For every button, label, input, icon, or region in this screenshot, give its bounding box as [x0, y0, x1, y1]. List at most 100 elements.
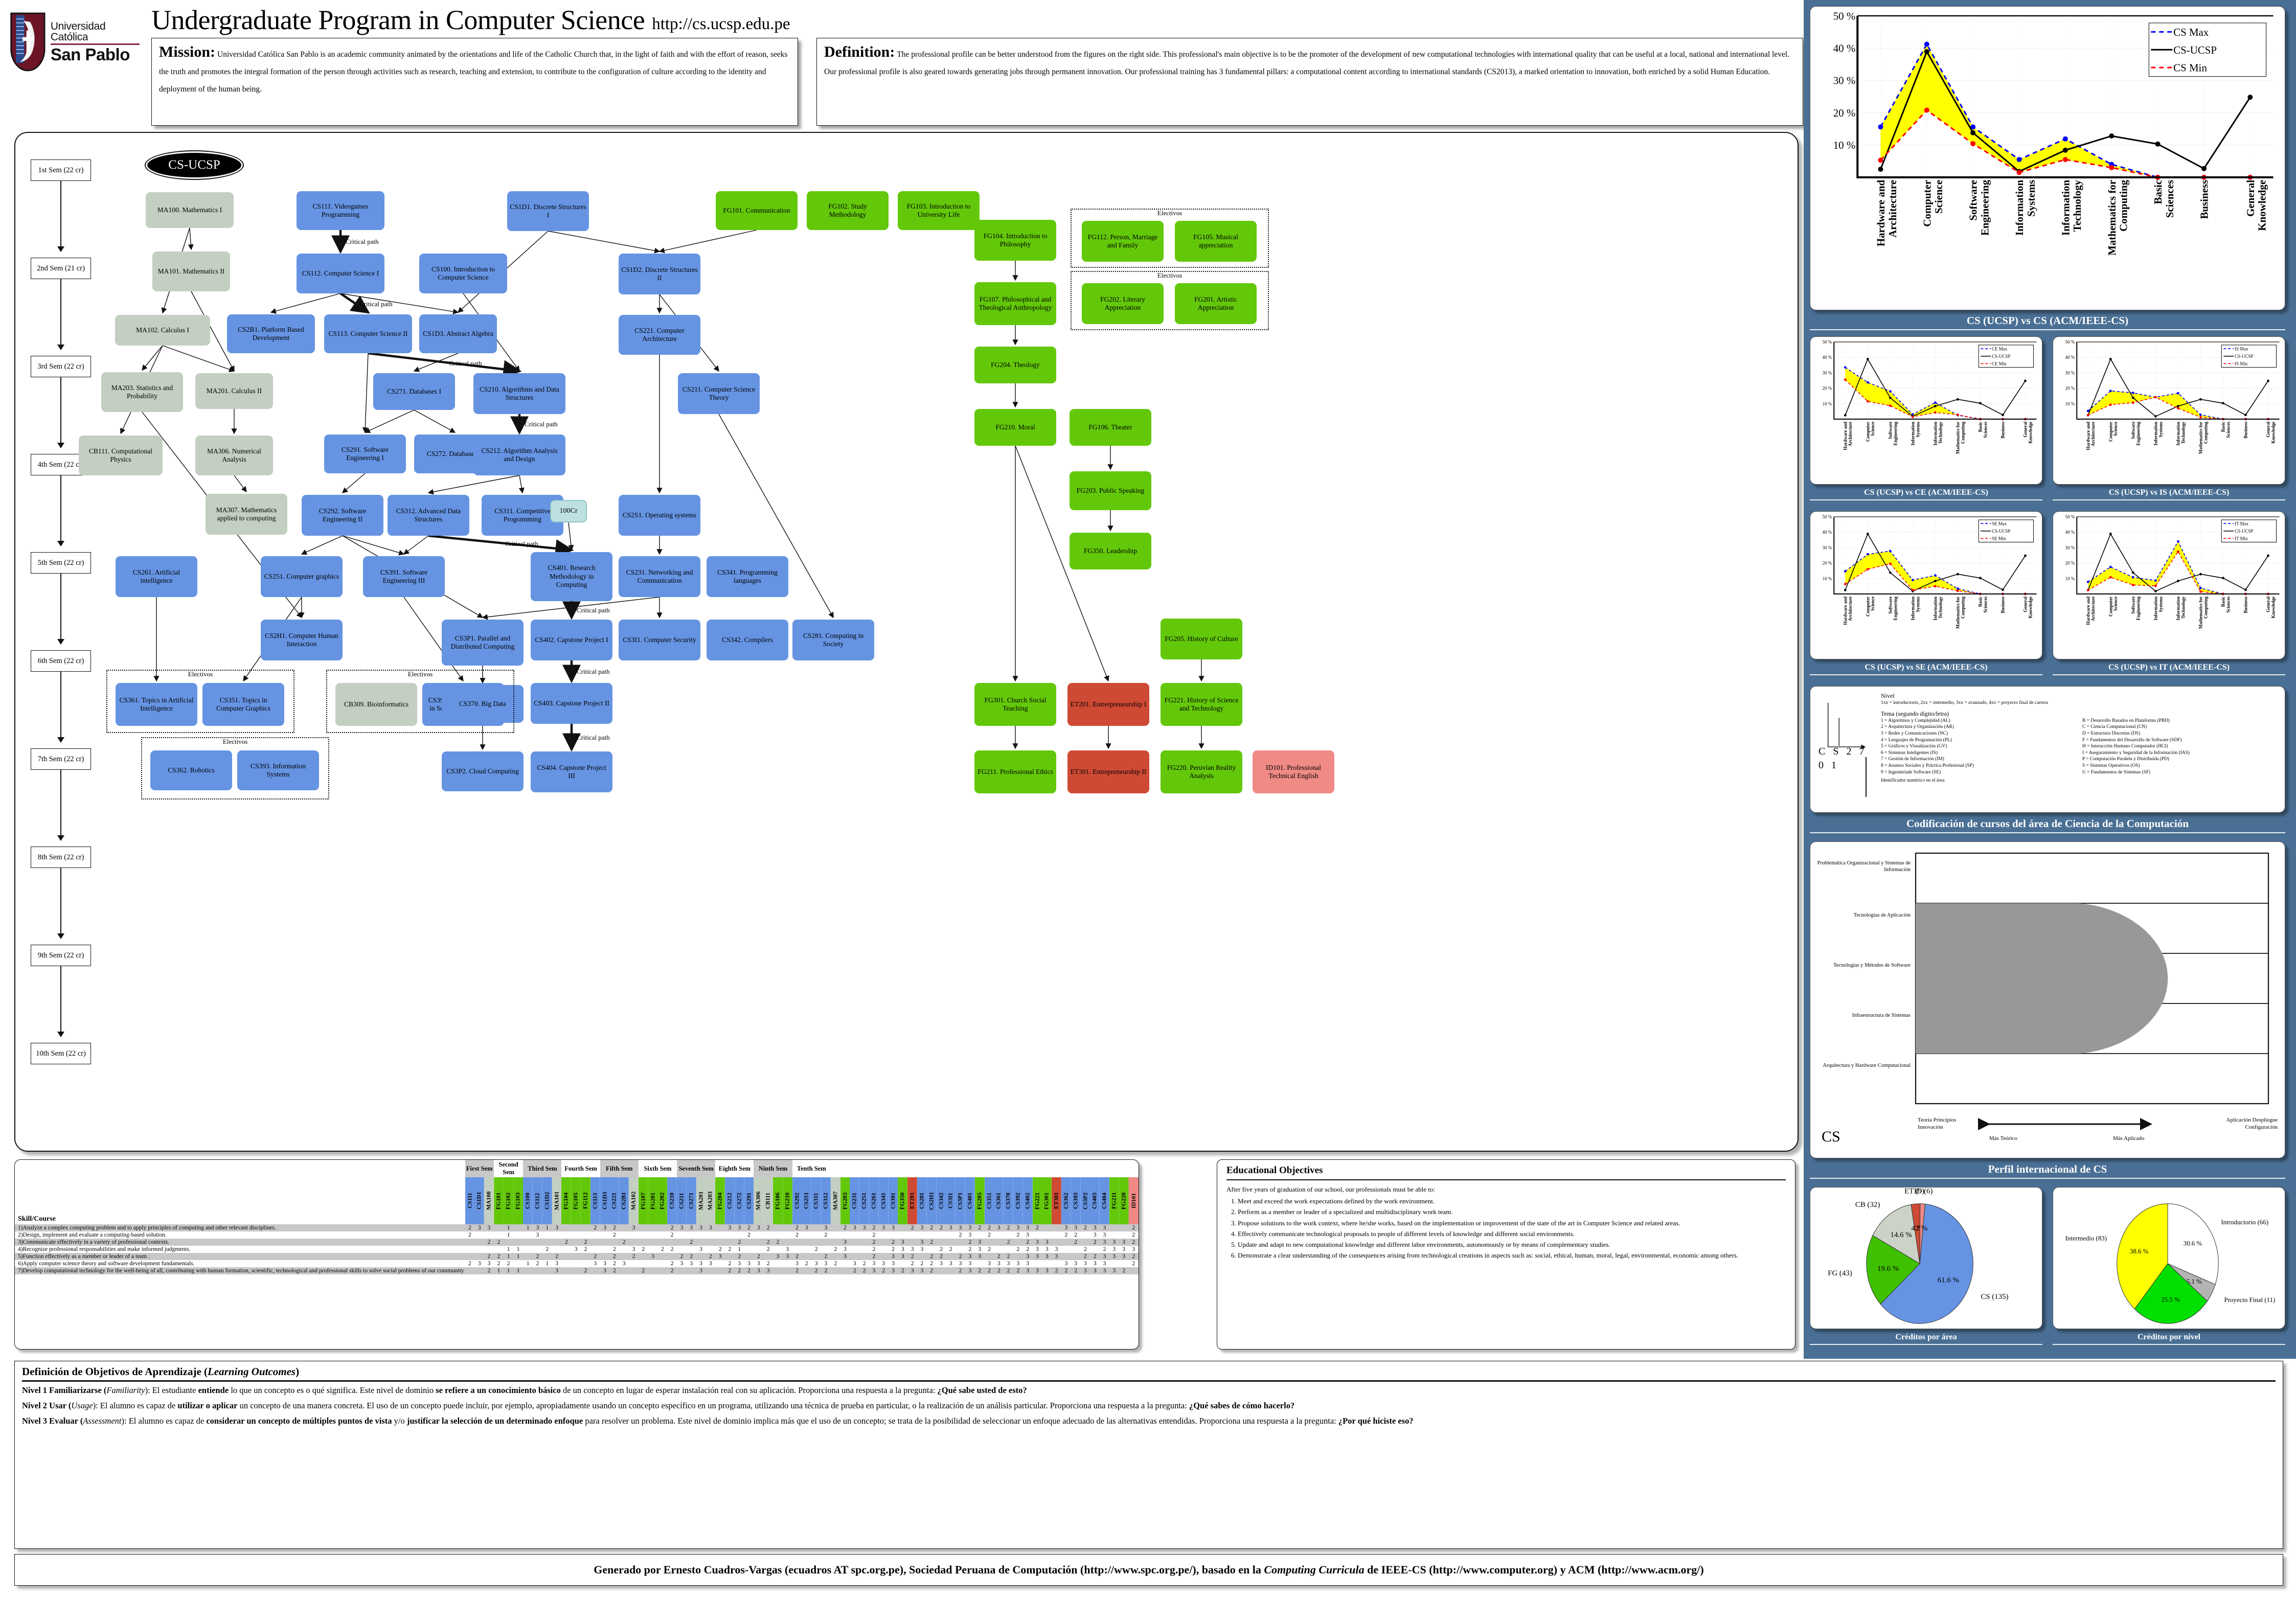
data-point: [2247, 95, 2253, 100]
course-node-MA201[interactable]: MA201. Calculus II: [195, 373, 273, 409]
matrix-course-FG211: FG211: [1109, 1177, 1119, 1224]
course-node-CS111[interactable]: CS111. Videogames Programming: [297, 191, 384, 230]
course-node-MA100[interactable]: MA100. Mathematics I: [146, 192, 234, 228]
course-node-CS212[interactable]: CS212. Algorithm Analysis and Design: [473, 435, 565, 475]
course-node-MA307[interactable]: MA307. Mathematics applied to computing: [206, 494, 287, 535]
skill-level-cell: 2: [670, 1232, 674, 1238]
skill-level-cell: 2: [1026, 1239, 1029, 1245]
skill-level-cell: 2: [844, 1225, 847, 1231]
course-node-FG221[interactable]: FG221. History of Science and Technology: [1161, 683, 1242, 726]
course-node-CS404[interactable]: CS404. Capstone Project III: [531, 751, 612, 792]
course-node-FG203[interactable]: FG203. Public Speaking: [1070, 471, 1151, 510]
skill-level-cell: 3: [1064, 1261, 1068, 1267]
course-node-CS2B1[interactable]: CS2B1. Platform Based Development: [227, 314, 315, 353]
course-node-ID101[interactable]: ID101. Professional Technical English: [1253, 750, 1334, 793]
course-node-CS3P1[interactable]: CS3P1. Parallel and Distributed Computin…: [442, 620, 524, 666]
course-node-MA203[interactable]: MA203. Statistics and Probability: [101, 372, 183, 412]
svg-text:Architecture: Architecture: [1848, 422, 1853, 446]
course-node-MA306[interactable]: MA306. Numerical Analysis: [195, 436, 273, 475]
legend-label: CE Min: [1992, 361, 2007, 367]
coding-tema-item: 6 = Sistemas Inteligentes (IS): [1881, 750, 1938, 756]
skill-level-cell: 2: [747, 1225, 751, 1231]
course-node-ET201[interactable]: ET201. Entrerpreneurship I: [1067, 683, 1149, 726]
profile-arrow-left-label: Más Teórico: [1989, 1135, 2017, 1141]
course-node-FG211[interactable]: FG211. Professional Ethics: [974, 750, 1056, 793]
course-node-CS221[interactable]: CS221. Computer Architecture: [619, 315, 700, 355]
course-node-FG220[interactable]: FG220. Peruvian Reality Analysis: [1161, 750, 1242, 793]
course-node-CS291[interactable]: CS291. Software Engineering I: [324, 435, 406, 473]
course-node-FG204[interactable]: FG204. Theology: [974, 347, 1056, 383]
x-tick-label: Business: [2198, 180, 2211, 219]
course-node-FG103[interactable]: FG103. Introduction to University Life: [898, 191, 980, 230]
skill-level-cell: 3: [1016, 1261, 1020, 1267]
course-node-ET301[interactable]: ET301. Entrepreneurship II: [1067, 750, 1149, 793]
skill-level-cell: [552, 1231, 562, 1239]
data-point: [1866, 358, 1869, 360]
course-node-MA102[interactable]: MA102. Calculus I: [115, 315, 210, 346]
course-node-CS292[interactable]: CS292. Software Engineering II: [302, 495, 383, 536]
course-node-CS403[interactable]: CS403. Capstone Project II: [531, 683, 612, 724]
poster-root: Universidad Católica San Pablo Undergrad…: [0, 0, 2296, 1622]
course-node-CS113[interactable]: CS113. Computer Science II: [324, 314, 412, 353]
course-node-FG205[interactable]: FG205. History of Culture: [1161, 619, 1242, 659]
course-node-CS3I1[interactable]: CS3I1. Computer Security: [619, 620, 700, 660]
skill-level-cell: 3: [1055, 1253, 1058, 1260]
course-node-CS210[interactable]: CS210. Algorithms and Data Structures: [473, 373, 565, 414]
coding-nivel-title: Nivel: [1881, 692, 1895, 699]
course-node-CS231[interactable]: CS231. Networking and Communication: [619, 556, 700, 597]
course-node-100Cr[interactable]: 100Cr: [550, 500, 587, 522]
course-node-CS1D1[interactable]: CS1D1. Discrete Structures I: [507, 191, 589, 231]
course-node-FG107[interactable]: FG107. Philosophical and Theological Ant…: [974, 282, 1056, 325]
svg-text:Engineering: Engineering: [2135, 421, 2141, 445]
course-node-CS100[interactable]: CS100. Introduction to Computer Science: [419, 254, 507, 293]
course-node-CS251[interactable]: CS251. Computer graphics: [261, 556, 343, 597]
course-node-CS271[interactable]: CS271. Databases I: [373, 373, 455, 410]
matrix-course-FG202: FG202: [657, 1177, 668, 1224]
skill-level-cell: [696, 1253, 706, 1260]
skill-level-cell: 2: [594, 1253, 597, 1260]
course-node-CS1D2[interactable]: CS1D2. Discrete Structures II: [619, 254, 700, 294]
course-node-CS2H1[interactable]: CS2H1. Computer Human Interaction: [261, 620, 343, 660]
course-node-CS312[interactable]: CS312. Advanced Data Structures: [388, 495, 469, 536]
data-point: [1889, 404, 1892, 407]
course-node-CS261[interactable]: CS261. Artificial intelligence: [116, 556, 197, 597]
course-node-CS211[interactable]: CS211. Computer Science Theory: [678, 373, 760, 414]
skill-course-matrix: Skill/Course First Sem Second Sem Third Sem…: [14, 1159, 1139, 1350]
semester-group-8: Eighth Sem: [718, 1164, 751, 1172]
course-node-CS401[interactable]: CS401. Research Methodology in Computing: [531, 552, 612, 601]
course-node-FG102[interactable]: FG102. Study Methodology: [807, 191, 889, 230]
skill-level-cell: 2: [795, 1232, 799, 1238]
course-node-CS342[interactable]: CS342. Compilers: [707, 620, 788, 660]
course-node-FG301[interactable]: FG301. Church Social Teaching: [974, 683, 1056, 726]
course-node-FG350[interactable]: FG350. Leadership: [1070, 533, 1151, 569]
matrix-course-FG105: FG105: [571, 1177, 581, 1224]
svg-text:Computing: Computing: [1960, 421, 1965, 444]
svg-text:Computer: Computer: [2108, 597, 2113, 616]
matrix-course-CS402: CS402: [1022, 1177, 1033, 1224]
course-node-CS1D3[interactable]: CS1D3. Abstract Algebra: [419, 314, 497, 353]
skill-level-cell: [600, 1246, 610, 1253]
course-node-FG210[interactable]: FG210. Moral: [974, 409, 1056, 446]
course-node-CS402[interactable]: CS402. Capstone Project I: [531, 620, 612, 660]
course-node-FG101[interactable]: FG101. Communication: [716, 191, 798, 230]
course-node-FG104[interactable]: FG104. Introduction to Philosophy: [974, 220, 1056, 261]
skill-level-cell: [1071, 1246, 1081, 1253]
course-node-CS3P2[interactable]: CS3P2. Cloud Computing: [442, 751, 524, 791]
skill-level-cell: [783, 1231, 792, 1239]
course-node-CS341[interactable]: CS341. Programming languages: [707, 556, 788, 597]
pie-panel-level: 30.6 % Introductorio (66) 5.1 % Proyecto Fi…: [2053, 1187, 2285, 1340]
skill-level-cell: 2: [1132, 1239, 1135, 1245]
y-tick-label: 40 %: [2065, 355, 2075, 360]
course-node-FG106[interactable]: FG106. Theater: [1070, 409, 1151, 446]
skill-level-cell: 3: [892, 1268, 895, 1274]
program-badge: CS-UCSP: [145, 150, 244, 180]
data-point: [1924, 107, 1929, 113]
course-node-CS281[interactable]: CS281. Computing in Society: [792, 620, 874, 660]
course-node-CB111[interactable]: CB111. Computational Physics: [79, 436, 163, 475]
skill-level-cell: [985, 1253, 994, 1260]
course-node-CS112[interactable]: CS112. Computer Science I: [297, 254, 384, 293]
course-node-CS391[interactable]: CS391. Software Engineering III: [363, 556, 445, 597]
skill-level-cell: 3: [949, 1261, 952, 1267]
course-node-MA101[interactable]: MA101. Mathematics II: [152, 252, 230, 291]
course-node-CS2S1[interactable]: CS2S1. Operating systems: [619, 495, 700, 536]
